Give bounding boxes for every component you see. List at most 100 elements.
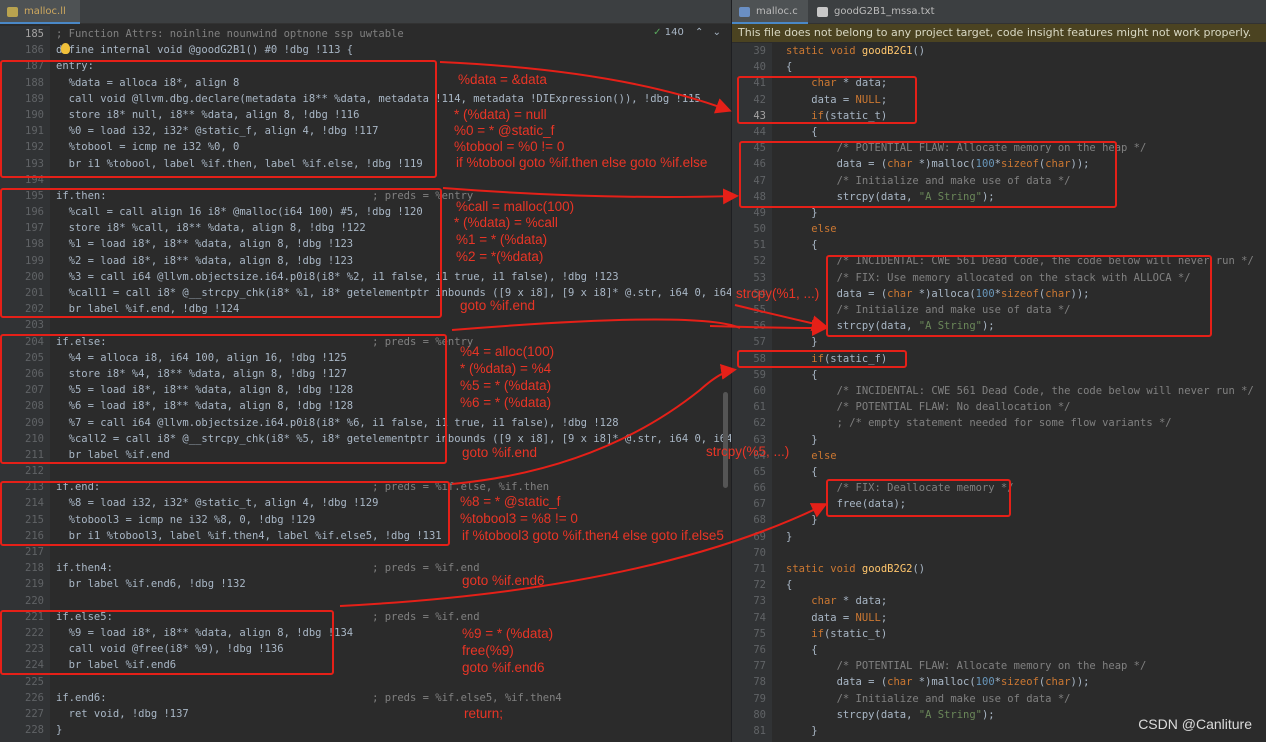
annotation: %4 = alloc(100) xyxy=(460,344,555,359)
annotation: goto %if.end xyxy=(462,445,538,460)
annotation: if %tobool goto %if.then else goto %if.e… xyxy=(456,155,708,170)
watermark: CSDN @Canliture xyxy=(1138,716,1252,732)
line-number: 220 xyxy=(25,594,44,607)
line-number: 227 xyxy=(25,707,44,720)
line-number: 79 xyxy=(753,692,766,705)
annotation: %0 = * @static_f xyxy=(454,123,555,138)
annotation: * (%data) = %4 xyxy=(460,361,552,376)
code-line[interactable] xyxy=(56,674,731,690)
box-if-end xyxy=(0,481,450,546)
code-line[interactable]: static void goodB2G1() xyxy=(786,43,1254,59)
annotation: goto %if.end xyxy=(460,298,536,313)
tab-malloc-ll[interactable]: malloc.ll × xyxy=(0,0,80,41)
left-tab-bar: malloc.ll × xyxy=(0,0,731,41)
vertical-scrollbar[interactable] xyxy=(723,392,728,488)
code-line[interactable]: if(static_t) xyxy=(786,626,1254,642)
code-line[interactable]: { xyxy=(786,124,1254,140)
code-line[interactable]: static void goodB2G2() xyxy=(786,561,1254,577)
code-line[interactable]: else xyxy=(786,448,1254,464)
line-number: 44 xyxy=(753,125,766,138)
annotation: %2 = *(%data) xyxy=(456,249,544,264)
code-line[interactable]: /* POTENTIAL FLAW: No deallocation */ xyxy=(786,399,1254,415)
code-line[interactable]: ; Function Attrs: noinline nounwind optn… xyxy=(56,26,731,42)
code-line[interactable] xyxy=(56,317,731,333)
line-number: 65 xyxy=(753,465,766,478)
line-number: 217 xyxy=(25,546,44,558)
annotation: %call = malloc(100) xyxy=(456,199,575,214)
line-number: 78 xyxy=(753,676,766,689)
box-c-malloc xyxy=(739,141,1117,208)
line-number: 226 xyxy=(25,691,44,704)
line-number: 60 xyxy=(753,384,766,397)
line-number: 77 xyxy=(753,660,766,673)
line-number: 72 xyxy=(753,579,766,592)
text-file-icon xyxy=(817,7,828,17)
code-line[interactable]: else xyxy=(786,221,1254,237)
code-line[interactable]: { xyxy=(786,464,1254,480)
lightbulb-icon[interactable] xyxy=(61,43,70,54)
annotation: * (%data) = null xyxy=(454,107,547,122)
code-line[interactable]: char * data; xyxy=(786,593,1254,609)
line-number: 212 xyxy=(25,465,44,478)
annotation: strcpy(%1, ...) xyxy=(736,286,820,301)
box-c-if-static-f xyxy=(737,350,907,368)
line-number: 219 xyxy=(25,578,44,591)
box-if-else xyxy=(0,334,447,464)
box-if-else5 xyxy=(0,610,334,675)
code-line[interactable]: { xyxy=(786,642,1254,658)
line-number: 225 xyxy=(25,675,44,688)
annotation: %tobool3 = %8 != 0 xyxy=(460,511,578,526)
tab-malloc-c[interactable]: malloc.c xyxy=(732,0,808,24)
line-number: 50 xyxy=(753,223,766,236)
tab-goodg2b1-mssa[interactable]: goodG2B1_mssa.txt xyxy=(810,0,935,24)
warning-banner: This file does not belong to any project… xyxy=(732,24,1266,42)
code-line[interactable] xyxy=(56,593,731,609)
annotation: %5 = * (%data) xyxy=(460,378,552,393)
code-line[interactable]: /* Initialize and make use of data */ xyxy=(786,691,1254,707)
line-number: 51 xyxy=(753,239,766,252)
code-line[interactable]: { xyxy=(786,59,1254,75)
annotation: %1 = * (%data) xyxy=(456,232,548,247)
ll-file-icon xyxy=(7,7,18,17)
code-line[interactable]: data = (char *)malloc(100*sizeof(char)); xyxy=(786,674,1254,690)
code-line[interactable] xyxy=(56,463,731,479)
line-number: 70 xyxy=(753,546,766,559)
code-line[interactable]: if.end6: ; preds = %if.else5, %if.then4 xyxy=(56,690,731,706)
code-line[interactable] xyxy=(56,544,731,560)
code-line[interactable]: } xyxy=(56,722,731,738)
code-line[interactable]: { xyxy=(786,237,1254,253)
code-line[interactable]: ret void, !dbg !137 xyxy=(56,706,731,722)
code-line[interactable]: data = NULL; xyxy=(786,610,1254,626)
annotation: if %tobool3 goto %if.then4 else goto if.… xyxy=(462,528,724,543)
annotation: %data = &data xyxy=(458,72,547,87)
tab-label: goodG2B1_mssa.txt xyxy=(834,6,935,17)
code-line[interactable]: { xyxy=(786,577,1254,593)
line-number: 76 xyxy=(753,643,766,656)
line-number: 56 xyxy=(753,320,766,333)
code-line[interactable]: } xyxy=(786,529,1254,545)
code-line[interactable]: br label %if.end6, !dbg !132 xyxy=(56,576,731,592)
line-number: 39 xyxy=(753,45,766,57)
line-number: 218 xyxy=(25,562,44,575)
code-line[interactable]: { xyxy=(786,367,1254,383)
box-entry xyxy=(0,60,437,178)
tab-label: malloc.ll xyxy=(24,6,66,17)
line-number: 80 xyxy=(753,708,766,721)
line-number: 75 xyxy=(753,627,766,640)
code-line[interactable]: if.then4: ; preds = %if.end xyxy=(56,560,731,576)
code-line[interactable] xyxy=(786,545,1254,561)
line-number: 53 xyxy=(753,271,766,284)
code-line[interactable]: ; /* empty statement needed for some flo… xyxy=(786,415,1254,431)
line-number: 71 xyxy=(753,563,766,575)
box-if-then xyxy=(0,188,442,318)
code-line[interactable]: /* INCIDENTAL: CWE 561 Dead Code, the co… xyxy=(786,383,1254,399)
annotation: %6 = * (%data) xyxy=(460,395,552,410)
annotation: free(%9) xyxy=(462,643,514,658)
line-number: 52 xyxy=(753,255,766,268)
annotation: %8 = * @static_f xyxy=(460,494,561,509)
line-number: 59 xyxy=(753,368,766,381)
code-line[interactable]: /* POTENTIAL FLAW: Allocate memory on th… xyxy=(786,658,1254,674)
code-line[interactable]: } xyxy=(786,432,1254,448)
code-line[interactable]: define internal void @goodG2B1() #0 !dbg… xyxy=(56,42,731,58)
line-number: 203 xyxy=(25,319,44,332)
